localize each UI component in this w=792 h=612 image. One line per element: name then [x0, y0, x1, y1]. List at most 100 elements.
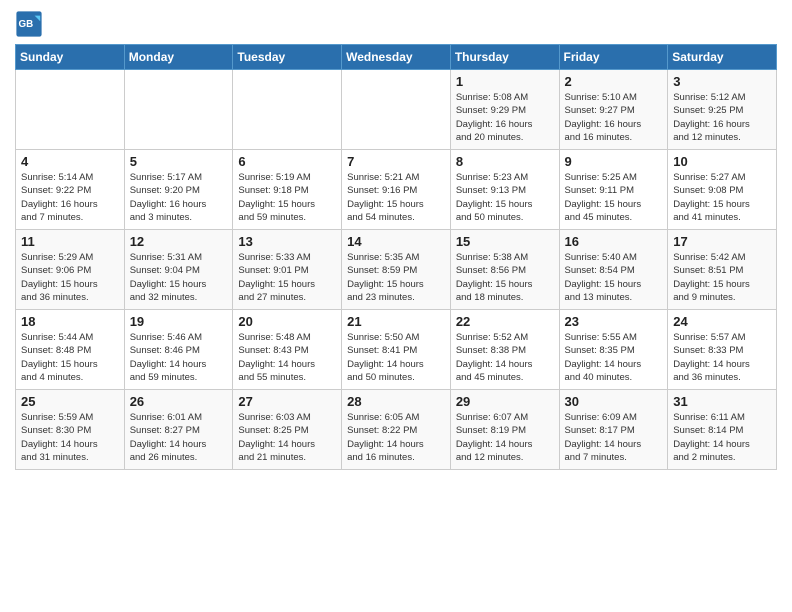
calendar-cell: 19 Sunrise: 5:46 AM Sunset: 8:46 PM Dayli…: [124, 310, 233, 390]
day-number: 26: [130, 394, 228, 409]
calendar-cell: 3 Sunrise: 5:12 AM Sunset: 9:25 PM Daylig…: [668, 70, 777, 150]
weekday-header: Saturday: [668, 45, 777, 70]
day-info: Sunrise: 5:27 AM Sunset: 9:08 PM Dayligh…: [673, 171, 771, 224]
day-info: Sunrise: 5:12 AM Sunset: 9:25 PM Dayligh…: [673, 91, 771, 144]
day-number: 15: [456, 234, 554, 249]
calendar-cell: 4 Sunrise: 5:14 AM Sunset: 9:22 PM Daylig…: [16, 150, 125, 230]
day-number: 28: [347, 394, 445, 409]
day-info: Sunrise: 6:05 AM Sunset: 8:22 PM Dayligh…: [347, 411, 445, 464]
day-number: 29: [456, 394, 554, 409]
calendar-cell: [124, 70, 233, 150]
calendar-cell: 2 Sunrise: 5:10 AM Sunset: 9:27 PM Daylig…: [559, 70, 668, 150]
day-number: 12: [130, 234, 228, 249]
day-number: 16: [565, 234, 663, 249]
calendar-cell: 9 Sunrise: 5:25 AM Sunset: 9:11 PM Daylig…: [559, 150, 668, 230]
day-info: Sunrise: 5:50 AM Sunset: 8:41 PM Dayligh…: [347, 331, 445, 384]
calendar-cell: 29 Sunrise: 6:07 AM Sunset: 8:19 PM Dayli…: [450, 390, 559, 470]
weekday-header: Sunday: [16, 45, 125, 70]
svg-text:GB: GB: [19, 19, 34, 30]
day-info: Sunrise: 5:25 AM Sunset: 9:11 PM Dayligh…: [565, 171, 663, 224]
day-info: Sunrise: 6:07 AM Sunset: 8:19 PM Dayligh…: [456, 411, 554, 464]
day-info: Sunrise: 5:19 AM Sunset: 9:18 PM Dayligh…: [238, 171, 336, 224]
page-header: GB: [15, 10, 777, 38]
calendar-week-row: 4 Sunrise: 5:14 AM Sunset: 9:22 PM Daylig…: [16, 150, 777, 230]
weekday-header: Thursday: [450, 45, 559, 70]
calendar-cell: 20 Sunrise: 5:48 AM Sunset: 8:43 PM Dayli…: [233, 310, 342, 390]
calendar-cell: 7 Sunrise: 5:21 AM Sunset: 9:16 PM Daylig…: [342, 150, 451, 230]
weekday-header: Friday: [559, 45, 668, 70]
day-number: 7: [347, 154, 445, 169]
weekday-header: Wednesday: [342, 45, 451, 70]
calendar-header: SundayMondayTuesdayWednesdayThursdayFrid…: [16, 45, 777, 70]
calendar-cell: 16 Sunrise: 5:40 AM Sunset: 8:54 PM Dayli…: [559, 230, 668, 310]
calendar-cell: 25 Sunrise: 5:59 AM Sunset: 8:30 PM Dayli…: [16, 390, 125, 470]
day-number: 25: [21, 394, 119, 409]
day-number: 1: [456, 74, 554, 89]
weekday-header: Monday: [124, 45, 233, 70]
day-number: 21: [347, 314, 445, 329]
day-info: Sunrise: 5:40 AM Sunset: 8:54 PM Dayligh…: [565, 251, 663, 304]
day-number: 9: [565, 154, 663, 169]
day-number: 17: [673, 234, 771, 249]
calendar-cell: 24 Sunrise: 5:57 AM Sunset: 8:33 PM Dayli…: [668, 310, 777, 390]
day-number: 27: [238, 394, 336, 409]
calendar-cell: 21 Sunrise: 5:50 AM Sunset: 8:41 PM Dayli…: [342, 310, 451, 390]
calendar-cell: 8 Sunrise: 5:23 AM Sunset: 9:13 PM Daylig…: [450, 150, 559, 230]
calendar-cell: 28 Sunrise: 6:05 AM Sunset: 8:22 PM Dayli…: [342, 390, 451, 470]
calendar-week-row: 18 Sunrise: 5:44 AM Sunset: 8:48 PM Dayli…: [16, 310, 777, 390]
day-info: Sunrise: 5:38 AM Sunset: 8:56 PM Dayligh…: [456, 251, 554, 304]
calendar-cell: 11 Sunrise: 5:29 AM Sunset: 9:06 PM Dayli…: [16, 230, 125, 310]
calendar-cell: 18 Sunrise: 5:44 AM Sunset: 8:48 PM Dayli…: [16, 310, 125, 390]
day-info: Sunrise: 5:23 AM Sunset: 9:13 PM Dayligh…: [456, 171, 554, 224]
day-info: Sunrise: 5:42 AM Sunset: 8:51 PM Dayligh…: [673, 251, 771, 304]
day-info: Sunrise: 5:48 AM Sunset: 8:43 PM Dayligh…: [238, 331, 336, 384]
logo: GB: [15, 10, 47, 38]
calendar-cell: 5 Sunrise: 5:17 AM Sunset: 9:20 PM Daylig…: [124, 150, 233, 230]
calendar-cell: 27 Sunrise: 6:03 AM Sunset: 8:25 PM Dayli…: [233, 390, 342, 470]
day-info: Sunrise: 5:46 AM Sunset: 8:46 PM Dayligh…: [130, 331, 228, 384]
day-number: 24: [673, 314, 771, 329]
calendar-cell: 23Sunrise: 5:55 AM Sunset: 8:35 PM Dayli…: [559, 310, 668, 390]
day-info: Sunrise: 5:08 AM Sunset: 9:29 PM Dayligh…: [456, 91, 554, 144]
calendar-cell: 12 Sunrise: 5:31 AM Sunset: 9:04 PM Dayli…: [124, 230, 233, 310]
logo-icon: GB: [15, 10, 43, 38]
day-info: Sunrise: 5:21 AM Sunset: 9:16 PM Dayligh…: [347, 171, 445, 224]
day-number: 18: [21, 314, 119, 329]
day-info: Sunrise: 5:29 AM Sunset: 9:06 PM Dayligh…: [21, 251, 119, 304]
calendar-cell: 13Sunrise: 5:33 AM Sunset: 9:01 PM Dayli…: [233, 230, 342, 310]
day-number: 23: [565, 314, 663, 329]
calendar-cell: 26 Sunrise: 6:01 AM Sunset: 8:27 PM Dayli…: [124, 390, 233, 470]
day-number: 8: [456, 154, 554, 169]
day-number: 14: [347, 234, 445, 249]
day-info: Sunrise: 5:17 AM Sunset: 9:20 PM Dayligh…: [130, 171, 228, 224]
day-number: 11: [21, 234, 119, 249]
day-info: Sunrise: 5:10 AM Sunset: 9:27 PM Dayligh…: [565, 91, 663, 144]
calendar-cell: 14Sunrise: 5:35 AM Sunset: 8:59 PM Dayli…: [342, 230, 451, 310]
weekday-header: Tuesday: [233, 45, 342, 70]
day-info: Sunrise: 5:44 AM Sunset: 8:48 PM Dayligh…: [21, 331, 119, 384]
day-info: Sunrise: 5:31 AM Sunset: 9:04 PM Dayligh…: [130, 251, 228, 304]
day-number: 20: [238, 314, 336, 329]
day-info: Sunrise: 5:52 AM Sunset: 8:38 PM Dayligh…: [456, 331, 554, 384]
calendar-cell: 30Sunrise: 6:09 AM Sunset: 8:17 PM Dayli…: [559, 390, 668, 470]
day-info: Sunrise: 5:59 AM Sunset: 8:30 PM Dayligh…: [21, 411, 119, 464]
calendar-cell: 6Sunrise: 5:19 AM Sunset: 9:18 PM Daylig…: [233, 150, 342, 230]
day-number: 2: [565, 74, 663, 89]
day-number: 3: [673, 74, 771, 89]
day-info: Sunrise: 6:03 AM Sunset: 8:25 PM Dayligh…: [238, 411, 336, 464]
calendar-cell: [16, 70, 125, 150]
calendar-week-row: 11 Sunrise: 5:29 AM Sunset: 9:06 PM Dayli…: [16, 230, 777, 310]
day-info: Sunrise: 5:57 AM Sunset: 8:33 PM Dayligh…: [673, 331, 771, 384]
calendar-cell: 22Sunrise: 5:52 AM Sunset: 8:38 PM Dayli…: [450, 310, 559, 390]
calendar-cell: 15 Sunrise: 5:38 AM Sunset: 8:56 PM Dayli…: [450, 230, 559, 310]
day-number: 4: [21, 154, 119, 169]
calendar-cell: [342, 70, 451, 150]
day-info: Sunrise: 5:14 AM Sunset: 9:22 PM Dayligh…: [21, 171, 119, 224]
day-info: Sunrise: 6:01 AM Sunset: 8:27 PM Dayligh…: [130, 411, 228, 464]
day-number: 5: [130, 154, 228, 169]
day-info: Sunrise: 6:11 AM Sunset: 8:14 PM Dayligh…: [673, 411, 771, 464]
calendar-cell: 1 Sunrise: 5:08 AM Sunset: 9:29 PM Daylig…: [450, 70, 559, 150]
day-number: 19: [130, 314, 228, 329]
calendar-week-row: 25 Sunrise: 5:59 AM Sunset: 8:30 PM Dayli…: [16, 390, 777, 470]
calendar-cell: 10Sunrise: 5:27 AM Sunset: 9:08 PM Dayli…: [668, 150, 777, 230]
